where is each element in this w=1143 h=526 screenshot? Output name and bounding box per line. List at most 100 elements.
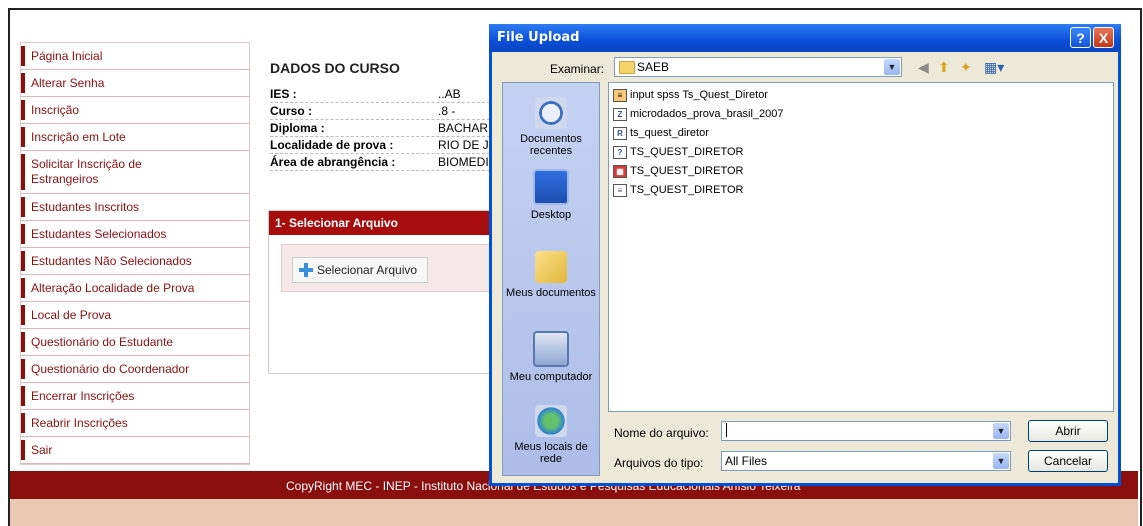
step-title: 1- Selecionar Arquivo (269, 211, 501, 235)
sidebar-item-label: Sair (31, 443, 53, 457)
select-file-button[interactable]: Selecionar Arquivo (292, 257, 429, 283)
sidebar-item-inscricao-em-lote[interactable]: Inscrição em Lote (21, 124, 249, 151)
sidebar-item-local-de-prova[interactable]: Local de Prova (21, 302, 249, 329)
file-item[interactable]: Z microdados_prova_brasil_2007 (613, 106, 783, 122)
filetype-label: Arquivos do tipo: (614, 456, 704, 470)
chevron-down-icon[interactable]: ▼ (884, 59, 900, 75)
sidebar-item-estudantes-inscritos[interactable]: Estudantes Inscritos (21, 194, 249, 221)
file-item[interactable]: ≡ input spss Ts_Quest_Diretor (613, 87, 768, 103)
close-button[interactable]: X (1093, 27, 1114, 48)
sidebar-item-questionario-estudante[interactable]: Questionário do Estudante (21, 329, 249, 356)
file-name: microdados_prova_brasil_2007 (630, 108, 784, 120)
network-places-icon (535, 405, 567, 437)
sidebar-item-estudantes-selecionados[interactable]: Estudantes Selecionados (21, 221, 249, 248)
place-my-computer[interactable]: Meu computador (503, 331, 599, 383)
look-in-value: SAEB (637, 60, 670, 74)
sidebar-item-label: Solicitar Inscrição de Estrangeiros (31, 157, 142, 186)
footer-bottom-band (10, 499, 1138, 526)
detail-row-localidade: Localidade de prova : RIO DE J (270, 137, 500, 154)
document-file-icon: ≡ (613, 183, 627, 197)
sidebar-item-label: Reabrir Inscrições (31, 416, 128, 430)
file-name: ts_quest_diretor (630, 127, 709, 139)
look-in-label: Examinar: (550, 62, 605, 76)
file-item[interactable]: ? TS_QUEST_DIRETOR (613, 144, 744, 160)
file-item[interactable]: ▦ TS_QUEST_DIRETOR (613, 163, 744, 179)
back-icon[interactable]: ◀ (918, 58, 929, 76)
folder-icon (619, 61, 635, 74)
places-bar: Documentos recentes Desktop Meus documen… (502, 82, 600, 476)
select-file-label: Selecionar Arquivo (317, 263, 418, 277)
table-file-icon: ▦ (613, 164, 627, 178)
sidebar-item-label: Inscrição (31, 103, 80, 117)
select-file-area: Selecionar Arquivo (281, 244, 502, 292)
data-file-icon: ? (613, 145, 627, 159)
recent-documents-icon (535, 97, 567, 129)
place-label: Desktop (530, 209, 572, 221)
place-label: Documentos recentes (520, 133, 582, 157)
detail-key: Curso : (270, 104, 312, 118)
detail-key: Área de abrangência : (270, 155, 396, 169)
file-name: input spss Ts_Quest_Diretor (630, 89, 768, 101)
my-documents-icon (535, 251, 567, 283)
sidebar-item-alteracao-localidade[interactable]: Alteração Localidade de Prova (21, 275, 249, 302)
sidebar-item-label: Alterar Senha (31, 76, 105, 90)
file-name: TS_QUEST_DIRETOR (630, 184, 744, 196)
detail-key: Localidade de prova : (270, 138, 394, 152)
sidebar-item-inscricao[interactable]: Inscrição (21, 97, 249, 124)
my-computer-icon (533, 331, 569, 367)
sidebar-item-label: Questionário do Coordenador (31, 362, 190, 376)
sidebar-item-encerrar-inscricoes[interactable]: Encerrar Inscrições (21, 383, 249, 410)
place-network[interactable]: Meus locais de rede (503, 405, 599, 465)
course-details: IES : ..AB Curso : .8 - Diploma : BACHAR Lo… (270, 86, 500, 171)
place-recent-documents[interactable]: Documentos recentes (503, 97, 599, 157)
place-label: Meus documentos (506, 287, 596, 299)
chevron-down-icon[interactable]: ▼ (993, 453, 1009, 469)
text-caret (726, 423, 727, 437)
select-file-panel: 1- Selecionar Arquivo Selecionar Arquivo (268, 210, 502, 374)
sidebar-item-label: Inscrição em Lote (31, 130, 126, 144)
new-folder-icon[interactable]: ✦ (960, 58, 972, 76)
sidebar-item-estudantes-nao-selecionados[interactable]: Estudantes Não Selecionados (21, 248, 249, 275)
file-name: TS_QUEST_DIRETOR (630, 165, 744, 177)
file-name: TS_QUEST_DIRETOR (630, 146, 744, 158)
place-label: Meus locais de rede (514, 441, 588, 465)
detail-row-area: Área de abrangência : BIOMEDI (270, 154, 500, 171)
archive-file-icon: Z (613, 107, 627, 121)
sidebar-item-sair[interactable]: Sair (21, 437, 249, 464)
text-file-icon: ≡ (613, 88, 627, 102)
detail-key: Diploma : (270, 121, 325, 135)
sidebar-item-label: Estudantes Não Selecionados (31, 254, 192, 268)
sidebar-item-label: Questionário do Estudante (31, 335, 174, 349)
look-in-dropdown[interactable]: SAEB ▼ (614, 57, 902, 77)
filename-input[interactable]: ▼ (721, 421, 1011, 441)
file-item[interactable]: ≡ TS_QUEST_DIRETOR (613, 182, 744, 198)
detail-row-curso: Curso : .8 - (270, 103, 500, 120)
detail-row-diploma: Diploma : BACHAR (270, 120, 500, 137)
detail-row-ies: IES : ..AB (270, 86, 500, 103)
sidebar-item-alterar-senha[interactable]: Alterar Senha (21, 70, 249, 97)
sidebar-item-label: Alteração Localidade de Prova (31, 281, 195, 295)
filetype-dropdown[interactable]: All Files ▼ (721, 451, 1011, 471)
file-list[interactable]: ≡ input spss Ts_Quest_Diretor Z microdad… (608, 82, 1114, 412)
dialog-titlebar[interactable]: File Upload ? X (489, 24, 1121, 52)
filename-label: Nome do arquivo: (614, 426, 709, 440)
cancel-button[interactable]: Cancelar (1028, 450, 1108, 472)
sidebar-item-label: Página Inicial (31, 49, 103, 63)
file-item[interactable]: R ts_quest_diretor (613, 125, 709, 141)
sidebar-item-label: Encerrar Inscrições (31, 389, 135, 403)
place-desktop[interactable]: Desktop (503, 169, 599, 221)
place-my-documents[interactable]: Meus documentos (503, 251, 599, 299)
help-button[interactable]: ? (1070, 27, 1091, 48)
sidebar-item-label: Local de Prova (31, 308, 112, 322)
plus-icon (299, 263, 313, 277)
place-label: Meu computador (509, 371, 593, 383)
sidebar-item-pagina-inicial[interactable]: Página Inicial (21, 43, 249, 70)
sidebar-item-reabrir-inscricoes[interactable]: Reabrir Inscrições (21, 410, 249, 437)
up-folder-icon[interactable]: ⬆ (938, 58, 950, 76)
view-menu-icon[interactable]: ▦▾ (984, 58, 1004, 76)
chevron-down-icon[interactable]: ▼ (993, 423, 1009, 439)
open-button[interactable]: Abrir (1028, 420, 1108, 442)
sidebar-menu: Página Inicial Alterar Senha Inscrição I… (20, 42, 250, 465)
sidebar-item-questionario-coordenador[interactable]: Questionário do Coordenador (21, 356, 249, 383)
sidebar-item-solicitar-inscricao-estrangeiros[interactable]: Solicitar Inscrição de Estrangeiros (21, 151, 249, 194)
